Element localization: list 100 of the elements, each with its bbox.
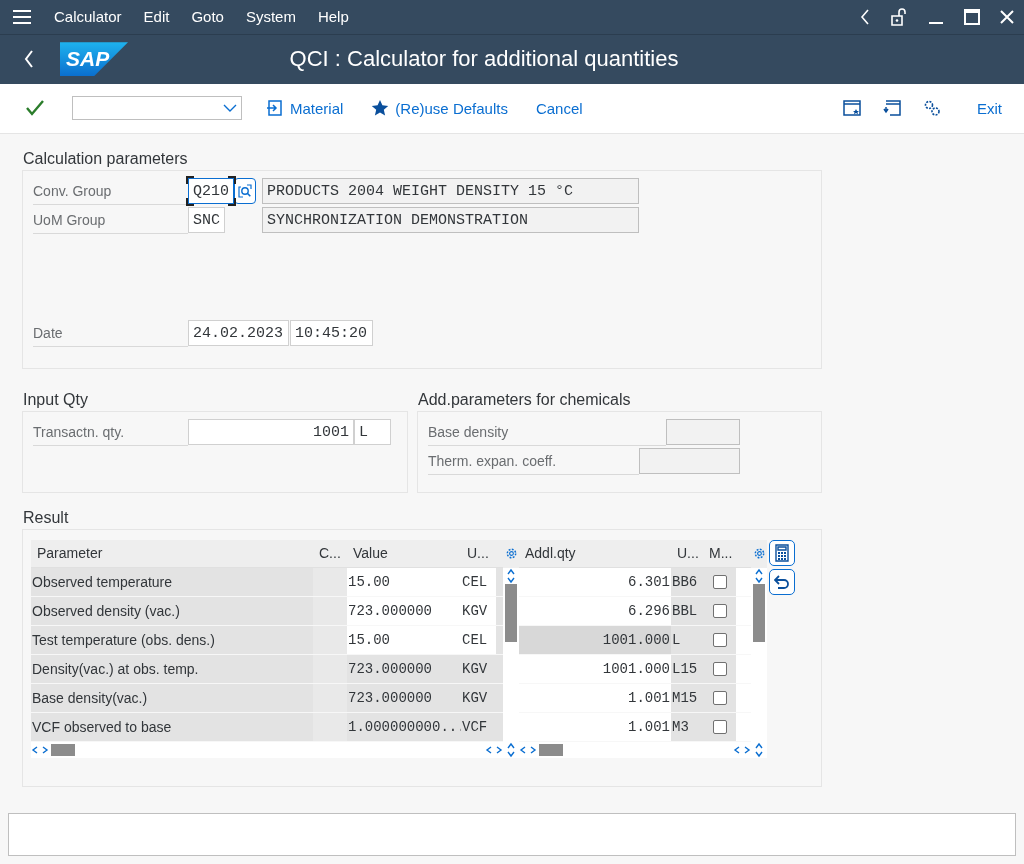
scroll-up-icon[interactable] xyxy=(507,567,515,576)
checkbox[interactable] xyxy=(712,632,727,647)
scrollbar[interactable] xyxy=(503,539,519,758)
table-cell[interactable]: 6.301 xyxy=(519,567,671,597)
table-cell: M3 xyxy=(671,712,703,742)
table-cell[interactable]: 15.00 xyxy=(347,567,461,597)
column-header[interactable]: M... xyxy=(703,539,736,568)
menu-item[interactable]: Goto xyxy=(191,8,224,26)
scroll-left-icon[interactable] xyxy=(485,745,493,754)
table-cell[interactable]: 1.001 xyxy=(519,683,671,713)
scroll-up-icon[interactable] xyxy=(755,741,763,750)
close-icon[interactable] xyxy=(1000,9,1014,24)
settings-icon[interactable] xyxy=(923,99,941,118)
scrollbar-thumb[interactable] xyxy=(539,743,563,756)
lock-icon[interactable] xyxy=(890,7,908,26)
table-cell[interactable]: 1001.000 xyxy=(519,625,671,655)
toolbar-button[interactable]: Cancel xyxy=(531,95,587,121)
maximize-icon[interactable] xyxy=(964,8,980,25)
exit-button[interactable]: Exit xyxy=(973,95,1006,121)
settings-icon[interactable] xyxy=(752,547,766,561)
back-icon[interactable] xyxy=(860,8,870,25)
table-cell[interactable]: 15.00 xyxy=(347,625,461,655)
menu-item[interactable]: Help xyxy=(317,8,349,26)
column-header[interactable]: Parameter xyxy=(31,539,313,568)
calculator-button[interactable] xyxy=(769,539,795,566)
toolbar-button[interactable]: Material xyxy=(262,95,348,122)
scroll-down-icon[interactable] xyxy=(507,749,515,758)
table-cell xyxy=(313,625,347,655)
table-cell: CEL xyxy=(461,625,496,655)
checkbox[interactable] xyxy=(712,661,727,676)
unit-field[interactable]: L xyxy=(354,419,391,446)
scrollbar[interactable] xyxy=(751,539,767,758)
menu-item[interactable]: Calculator xyxy=(54,8,122,26)
table-cell: KGV xyxy=(461,654,496,684)
input-field[interactable]: SNC xyxy=(188,207,225,234)
scroll-up-icon[interactable] xyxy=(755,567,763,576)
table-cell xyxy=(313,567,347,597)
table-cell[interactable]: 1.001 xyxy=(519,712,671,742)
column-header[interactable]: Value xyxy=(347,539,461,568)
menu-item[interactable]: System xyxy=(245,8,296,26)
calculator-icon xyxy=(775,543,789,562)
table-cell: CEL xyxy=(461,567,496,597)
scroll-left-icon[interactable] xyxy=(733,745,741,754)
menu-item[interactable]: Edit xyxy=(143,8,170,26)
menu-icon[interactable] xyxy=(12,8,32,25)
checkbox[interactable] xyxy=(712,719,727,734)
table-cell: KGV xyxy=(461,596,496,626)
column-header[interactable]: C... xyxy=(313,539,347,568)
table-cell[interactable]: 723.000000 xyxy=(347,596,461,626)
table-cell[interactable]: 1001.000 xyxy=(519,654,671,684)
checkbox[interactable] xyxy=(712,690,727,705)
scroll-right-icon[interactable] xyxy=(743,745,751,754)
undo-icon xyxy=(774,574,790,589)
scroll-right-icon[interactable] xyxy=(41,745,49,754)
undo-button[interactable] xyxy=(769,568,795,595)
column-header[interactable]: U... xyxy=(461,539,496,568)
checkbox[interactable] xyxy=(712,574,727,589)
table-cell xyxy=(313,654,347,684)
window-title: QCI : Calculator for additional quantities xyxy=(288,46,680,73)
scroll-down-icon[interactable] xyxy=(755,575,763,584)
checkmark-icon[interactable] xyxy=(26,100,44,117)
table-cell: KGV xyxy=(461,683,496,713)
scroll-right-icon[interactable] xyxy=(529,745,537,754)
date-field[interactable]: 24.02.2023 xyxy=(188,320,289,347)
dropdown-icon[interactable] xyxy=(223,104,237,113)
column-header[interactable]: Addl.qty xyxy=(519,539,671,568)
scroll-down-icon[interactable] xyxy=(507,575,515,584)
table-cell: BB6 xyxy=(671,567,703,597)
back-icon[interactable] xyxy=(24,50,34,69)
scrollbar-thumb[interactable] xyxy=(753,583,765,642)
scroll-up-icon[interactable] xyxy=(507,741,515,750)
table-cell xyxy=(313,596,347,626)
scrollbar-thumb[interactable] xyxy=(51,743,75,756)
window-star-icon[interactable] xyxy=(843,99,861,118)
scrollbar-thumb[interactable] xyxy=(505,583,517,642)
table-cell[interactable]: 6.296 xyxy=(519,596,671,626)
settings-icon[interactable] xyxy=(504,547,518,561)
table-cell: Observed temperature xyxy=(31,567,313,597)
input-field[interactable]: Q210 xyxy=(188,178,234,205)
section-title: Result xyxy=(23,508,70,527)
table-cell: VCF xyxy=(461,712,496,742)
table-cell: 723.000000 xyxy=(347,654,461,684)
search-help-button[interactable] xyxy=(234,178,256,205)
scroll-down-icon[interactable] xyxy=(755,749,763,758)
scroll-left-icon[interactable] xyxy=(519,745,527,754)
table-cell: Density(vac.) at obs. temp. xyxy=(31,654,313,684)
column-header[interactable]: U... xyxy=(671,539,703,568)
table-cell: VCF observed to base xyxy=(31,712,313,742)
window-refresh-icon[interactable] xyxy=(883,99,901,118)
table-cell: 723.000000 xyxy=(347,683,461,713)
scroll-right-icon[interactable] xyxy=(495,745,503,754)
checkbox[interactable] xyxy=(712,603,727,618)
table-cell: Observed density (vac.) xyxy=(31,596,313,626)
time-field[interactable]: 10:45:20 xyxy=(290,320,373,347)
toolbar-button[interactable]: (Re)use Defaults xyxy=(367,95,512,122)
quantity-field[interactable]: 1001 xyxy=(188,419,354,446)
field-label: Base density xyxy=(428,418,666,447)
table-cell: Test temperature (obs. dens.) xyxy=(31,625,313,655)
command-field[interactable] xyxy=(72,96,242,121)
scroll-left-icon[interactable] xyxy=(31,745,39,754)
